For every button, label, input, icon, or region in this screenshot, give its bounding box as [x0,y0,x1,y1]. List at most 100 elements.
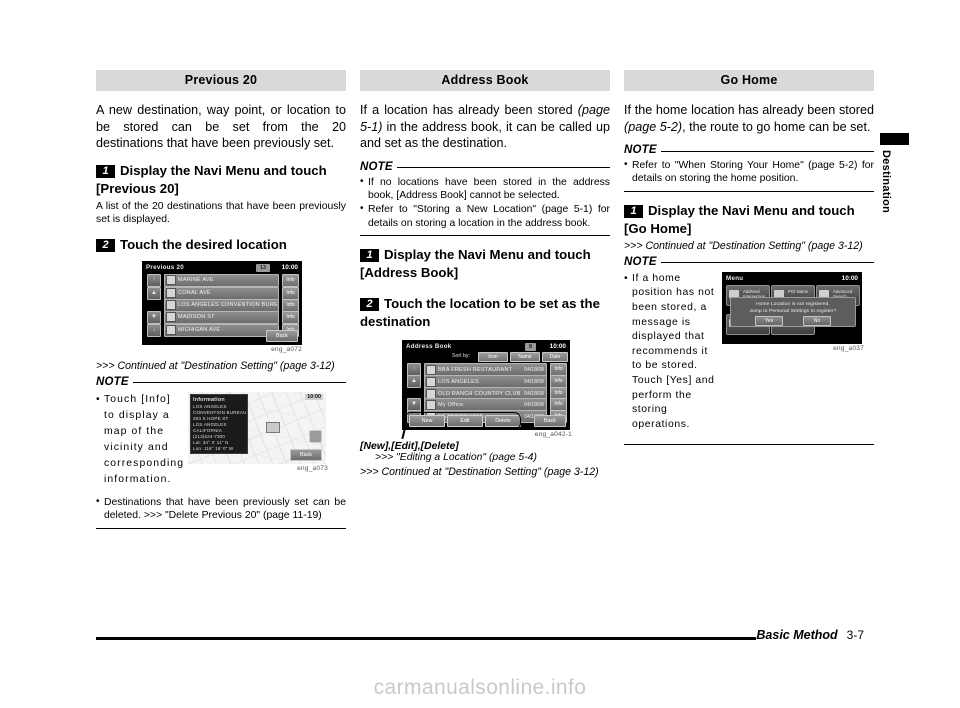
row-name: My Office [438,401,464,408]
list-item[interactable]: MARINE AVE [164,273,279,287]
intro-text-go-home: If the home location has already been st… [624,103,874,134]
back-button[interactable]: Back [266,329,298,342]
scroll-up-button[interactable]: ▲ [407,375,421,389]
list-item[interactable]: CORAL AVE [164,286,279,300]
row-date: 04/18/08 [524,390,544,397]
note-bottom-divider [360,235,610,237]
note-header: NOTE [360,161,610,173]
note-list: If no locations have been stored in the … [360,175,610,231]
note-divider [132,382,346,384]
note-block-go-home: NOTE Refer to "When Storing Your Home" (… [624,144,874,192]
step-text: Display the Navi Menu and touch [Previou… [96,162,327,196]
list-item[interactable]: MICHIGAN AVE [164,323,279,337]
footer-section-label: Basic Method [756,628,838,642]
nav-screen-title: Previous 20 [146,263,185,271]
back-label: Back [276,332,288,339]
map-clock: 10:00 [305,393,323,400]
category-icon [426,376,436,387]
delete-button[interactable]: Delete [485,415,521,428]
new-button[interactable]: New [409,415,445,428]
row-date: 04/18/08 [524,378,544,385]
step-2-previous-20: 2 Touch the desired location [96,236,346,254]
scroll-top-button[interactable]: ↑ [147,273,161,287]
list-item[interactable]: LOS ANGELES CONVENTION BUREAU [164,298,279,312]
note-block-address-book: NOTE If no locations have been stored in… [360,161,610,237]
note-block-go-home-2: NOTE • If a home position has not been st… [624,256,874,446]
sort-by-date-button[interactable]: Date [542,352,568,363]
intro-text-previous-20: A new destination, way point, or locatio… [96,103,346,150]
column-previous-20: Previous 20 A new destination, way point… [96,70,346,537]
screenshot-information-wrap: 10:00 Information LOS ANGELES CONVENTION… [188,391,328,488]
map-marker-icon [266,421,280,433]
note-title: NOTE [360,160,393,173]
category-icon [426,364,436,375]
nav-screen-count: 8 [525,343,536,352]
figure-caption: eng_a042-1 [534,431,572,439]
nav-screen-menu: Menu 10:00 Address/ Intersection POI Nam… [722,271,862,344]
scroll-down-button[interactable]: ▼ [147,310,161,324]
nav-screen-clock: 10:00 [549,343,566,351]
info-button[interactable]: Info [282,273,299,287]
dialog-message-line-1: Home Location is not registered. [756,301,830,307]
note-bottom-divider [624,444,874,446]
information-title: Information [193,396,225,403]
info-button[interactable]: Info [282,286,299,300]
yes-button[interactable]: Yes [755,315,783,326]
step-1-previous-20: 1 Display the Navi Menu and touch [Previo… [96,162,346,198]
note-with-figure: • Touch [Info] to display a map of the vi… [96,391,346,488]
category-icon [426,388,436,399]
row-date: 04/18/08 [524,366,544,373]
note-divider [660,262,874,264]
step-number: 1 [624,204,643,218]
list-item-label: CORAL AVE [178,290,211,297]
bracket-label: [New],[Edit],[Delete] [360,441,459,453]
step-1-go-home: 1 Display the Navi Menu and touch [Go Hom… [624,202,874,238]
note-header: NOTE [624,144,874,156]
step-number: 1 [96,164,115,178]
back-button[interactable]: Back [534,415,566,428]
map-compass-icon[interactable] [309,429,322,443]
row-name: LOS ANGELES [438,378,479,385]
scroll-bottom-button[interactable]: ↓ [147,323,161,337]
note-item: Refer to "Storing a New Location" (page … [360,202,610,230]
back-button[interactable]: Back [290,448,322,461]
edit-button[interactable]: Edit [447,415,483,428]
watermark: carmanualsonline.info [373,676,587,699]
note-divider [396,167,610,168]
sort-by-name-button[interactable]: Name [510,352,540,363]
intro-text-address-book: If a location has already been stored (p… [360,103,610,150]
screenshot-previous-20-wrap: Previous 20 13 10:00 ↑ ▲ ▼ ↓ MARINE AVE … [142,260,302,353]
info-line: Lon: 118° 16' 0" W [193,445,234,451]
no-button[interactable]: No [803,315,831,326]
location-icon [166,312,176,323]
continued-reference: >>> Continued at "Destination Setting" (… [360,466,599,479]
note-item-text: • If a home position has not been stored,… [624,272,715,430]
row-date: 04/18/08 [524,401,544,408]
nav-screen-information: 10:00 Information LOS ANGELES CONVENTION… [188,391,326,464]
info-button[interactable]: Info [282,310,299,324]
screenshot-menu-wrap: Menu 10:00 Address/ Intersection POI Nam… [722,271,864,433]
list-item-label: LOS ANGELES CONVENTION BUREAU [178,302,278,309]
step-text: Display the Navi Menu and touch [Go Home… [624,202,855,236]
section-heading-go-home: Go Home [624,70,874,91]
continued-reference: >>> Continued at "Destination Setting" (… [96,359,335,372]
figure-caption: eng_a037 [833,344,864,352]
scroll-up-button[interactable]: ▲ [147,286,161,300]
nav-screen-address-book: Address Book 8 10:00 Sort by: Icon Name … [402,340,570,431]
note-item-text: • Touch [Info] to display a map of the vi… [96,393,185,485]
nav-screen-clock: 10:00 [281,263,298,271]
note-item: If no locations have been stored in the … [360,175,610,203]
note-divider [660,150,874,152]
continued-reference: >>> Continued at "Destination Setting" (… [624,239,863,252]
note-header: NOTE [96,376,346,388]
column-go-home: Go Home If the home location has already… [624,70,874,453]
bracket-reference: >>> "Editing a Location" (page 5-4) [375,452,537,464]
note-block-previous-20: NOTE • Touch [Info] to display a map of t… [96,376,346,529]
info-button[interactable]: Info [282,298,299,312]
list-item-label: MICHIGAN AVE [178,327,221,334]
note-list-2: Destinations that have been previously s… [96,495,346,523]
dialog-message-line-2: Jump to Personal Settings to register? [749,308,837,314]
list-item[interactable]: MADISON ST [164,310,279,324]
sort-by-icon-button[interactable]: Icon [478,352,508,363]
note-header: NOTE [624,256,874,268]
